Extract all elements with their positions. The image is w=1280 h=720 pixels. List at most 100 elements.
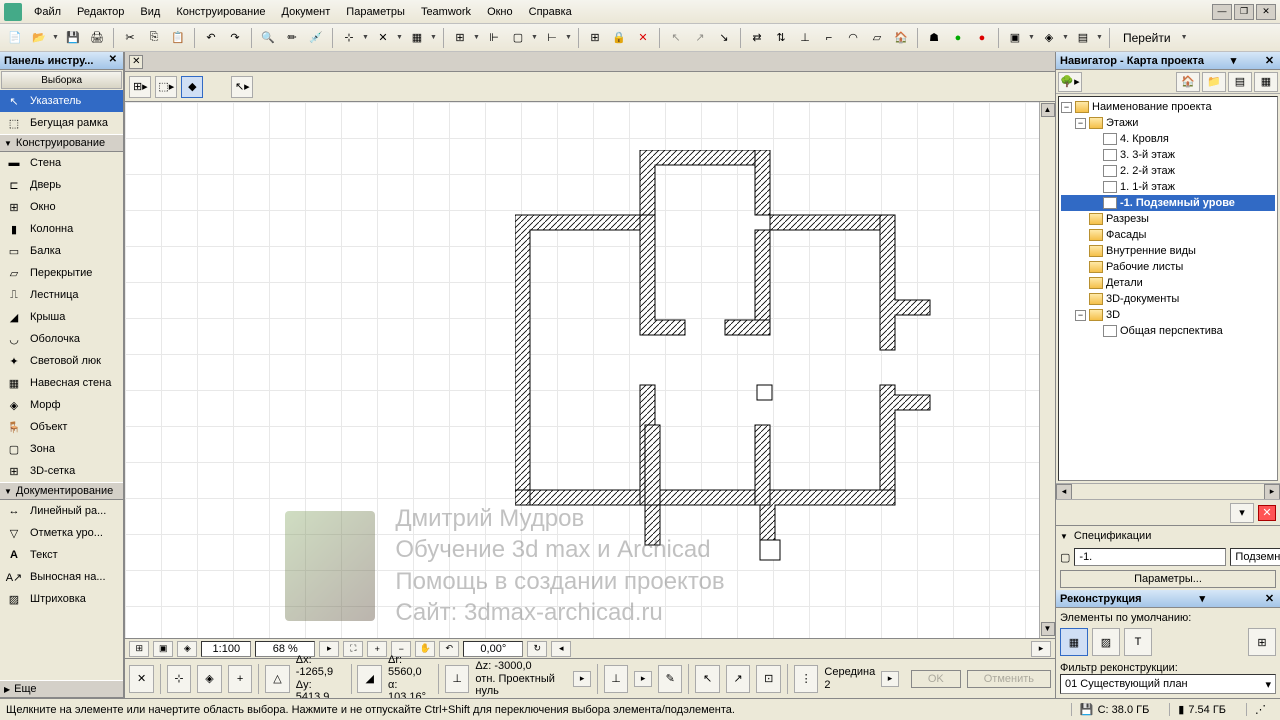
ok-button[interactable]: OK: [911, 670, 961, 688]
tool-leader[interactable]: A↗Выносная на...: [0, 566, 123, 588]
nav-tree-icon[interactable]: 🌳▸: [1058, 72, 1082, 92]
menu-file[interactable]: Файл: [26, 3, 69, 21]
tree-story-4[interactable]: 4. Кровля: [1061, 131, 1275, 147]
info-set-icon[interactable]: ⊞▸: [129, 76, 151, 98]
window-icon-3[interactable]: ▤: [1072, 27, 1094, 49]
info-geom-icon[interactable]: ⬚▸: [155, 76, 177, 98]
snap-perp-icon[interactable]: ⊥: [604, 665, 629, 693]
coord-mid-arrow[interactable]: ▸: [881, 671, 899, 687]
snap-icon-3[interactable]: ▦: [406, 27, 428, 49]
transform-icon-6[interactable]: ▱: [866, 27, 888, 49]
tool-beam[interactable]: ▭Балка: [0, 240, 123, 262]
tree-perspective[interactable]: Общая перспектива: [1061, 323, 1275, 339]
recon-collapse-icon[interactable]: ▾: [1196, 592, 1209, 605]
nav-view-icon[interactable]: 📁: [1202, 72, 1226, 92]
maximize-button[interactable]: ❐: [1234, 4, 1254, 20]
tool-object[interactable]: 🪑Объект: [0, 416, 123, 438]
guide-icon-3[interactable]: ⊢: [541, 27, 563, 49]
tree-story-3[interactable]: 3. 3-й этаж: [1061, 147, 1275, 163]
tree-story-2[interactable]: 2. 2-й этаж: [1061, 163, 1275, 179]
tool-text[interactable]: AТекст: [0, 544, 123, 566]
angle-set-icon[interactable]: ↻: [527, 641, 547, 657]
tree-stories[interactable]: −Этажи: [1061, 115, 1275, 131]
story-icon[interactable]: ☗: [923, 27, 945, 49]
spec-name-input[interactable]: [1230, 548, 1280, 566]
navigator-collapse-icon[interactable]: ▾: [1227, 54, 1240, 67]
tool-level-dim[interactable]: ▽Отметка уро...: [0, 522, 123, 544]
toolbox-section-more[interactable]: ▶Еще: [0, 680, 123, 698]
redo-icon[interactable]: ↷: [224, 27, 246, 49]
tool-stair[interactable]: ⎍Лестница: [0, 284, 123, 306]
snap-pt-icon-3[interactable]: ⊡: [756, 665, 781, 693]
guide-icon-1[interactable]: ⊩: [483, 27, 505, 49]
zoom-prev-icon[interactable]: ↶: [439, 641, 459, 657]
tool-icon-1[interactable]: 🔍: [257, 27, 279, 49]
tool-column[interactable]: ▮Колонна: [0, 218, 123, 240]
tool-zone[interactable]: ▢Зона: [0, 438, 123, 460]
menu-view[interactable]: Вид: [132, 3, 168, 21]
tool-curtain[interactable]: ▦Навесная стена: [0, 372, 123, 394]
recon-exist-icon[interactable]: ▦: [1060, 628, 1088, 656]
guide-icon-2[interactable]: ▢: [507, 27, 529, 49]
nav-scroll-right[interactable]: ▸: [1264, 484, 1280, 500]
save-icon[interactable]: 💾: [62, 27, 84, 49]
snap-icon-2[interactable]: ✕: [372, 27, 394, 49]
status-resize-grip[interactable]: ⋰: [1246, 703, 1274, 716]
menu-editor[interactable]: Редактор: [69, 3, 132, 21]
tool-skylight[interactable]: ✦Световой люк: [0, 350, 123, 372]
nav-scroll-left[interactable]: ◂: [1056, 484, 1072, 500]
transform-icon-5[interactable]: ◠: [842, 27, 864, 49]
tree-3d[interactable]: −3D: [1061, 307, 1275, 323]
dropper-icon[interactable]: 💉: [305, 27, 327, 49]
window-icon-1[interactable]: ▣: [1004, 27, 1026, 49]
zoom-fit-icon[interactable]: ⛶: [343, 641, 363, 657]
tree-elevations[interactable]: Фасады: [1061, 227, 1275, 243]
menu-help[interactable]: Справка: [521, 3, 580, 21]
undo-icon[interactable]: ↶: [200, 27, 222, 49]
tool-pointer[interactable]: ↖Указатель: [0, 90, 123, 112]
spec-params-button[interactable]: Параметры...: [1060, 570, 1276, 588]
tree-project[interactable]: −Наименование проекта: [1061, 99, 1275, 115]
tool-door[interactable]: ⊏Дверь: [0, 174, 123, 196]
cut-icon[interactable]: ✂: [119, 27, 141, 49]
recon-filter-select[interactable]: 01 Существующий план▾: [1060, 674, 1276, 694]
cancel-icon[interactable]: ✕: [632, 27, 654, 49]
transform-icon-2[interactable]: ⇅: [770, 27, 792, 49]
arrow-icon-1[interactable]: ↖: [665, 27, 687, 49]
tool-shell[interactable]: ◡Оболочка: [0, 328, 123, 350]
new-file-icon[interactable]: 📄: [4, 27, 26, 49]
canvas-vscroll[interactable]: ▲ ▼: [1039, 102, 1055, 638]
recon-settings-icon[interactable]: ⊞: [1248, 628, 1276, 656]
view-arrow-right[interactable]: ▸: [1031, 641, 1051, 657]
close-tab-icon[interactable]: ✕: [129, 55, 143, 69]
status-red-icon[interactable]: ●: [971, 27, 993, 49]
copy-icon[interactable]: ⎘: [143, 27, 165, 49]
snap-pt-icon-1[interactable]: ↖: [695, 665, 720, 693]
tree-interior[interactable]: Внутренние виды: [1061, 243, 1275, 259]
view-mode-icon-3[interactable]: ◈: [177, 641, 197, 657]
info-pointer-icon[interactable]: ↖▸: [231, 76, 253, 98]
open-file-icon[interactable]: 📂: [28, 27, 50, 49]
pencil-icon[interactable]: ✏: [281, 27, 303, 49]
tool-slab[interactable]: ▱Перекрытие: [0, 262, 123, 284]
transform-icon-3[interactable]: ⊥: [794, 27, 816, 49]
recon-demo-icon[interactable]: ▨: [1092, 628, 1120, 656]
grid-icon[interactable]: ⊞: [449, 27, 471, 49]
info-fill-icon[interactable]: ◆: [181, 76, 203, 98]
print-icon[interactable]: 🖨: [86, 27, 108, 49]
nav-map-icon[interactable]: 🏠: [1176, 72, 1200, 92]
transform-icon-1[interactable]: ⇄: [746, 27, 768, 49]
spec-close-icon[interactable]: ✕: [1258, 505, 1276, 521]
close-button[interactable]: ✕: [1256, 4, 1276, 20]
coord-plus-icon[interactable]: +: [228, 665, 253, 693]
navigator-close-icon[interactable]: ✕: [1263, 54, 1276, 67]
toolbox-section-construction[interactable]: ▼Конструирование: [0, 134, 123, 152]
navigator-tree[interactable]: −Наименование проекта −Этажи 4. Кровля 3…: [1058, 96, 1278, 481]
tool-morph[interactable]: ◈Морф: [0, 394, 123, 416]
zoom-in-icon[interactable]: +: [367, 641, 387, 657]
lock-icon[interactable]: 🔒: [608, 27, 630, 49]
drawing-canvas[interactable]: Дмитрий Мудров Обучение 3d max и Archica…: [125, 102, 1055, 638]
tool-mesh[interactable]: ⊞3D-сетка: [0, 460, 123, 482]
tree-worksheets[interactable]: Рабочие листы: [1061, 259, 1275, 275]
goto-button[interactable]: Перейти: [1115, 31, 1179, 45]
